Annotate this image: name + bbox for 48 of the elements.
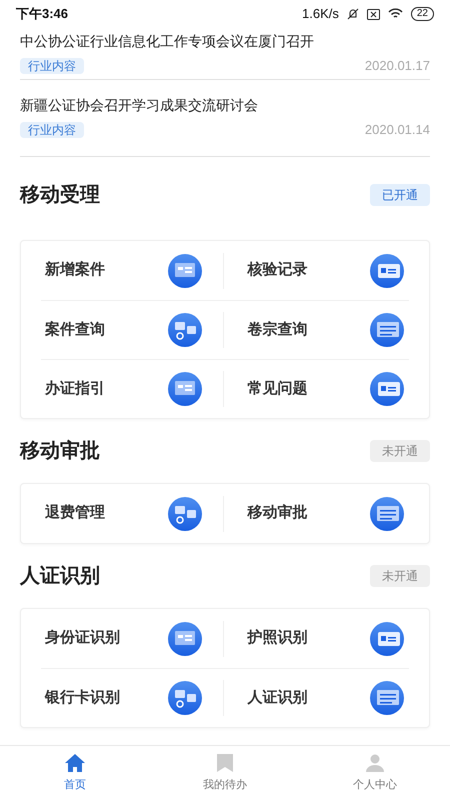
feature-icon xyxy=(369,252,405,288)
sim-icon xyxy=(366,8,380,20)
feature-icon xyxy=(369,680,405,716)
person-icon xyxy=(365,752,385,773)
section-title: 移动受理 xyxy=(20,182,100,208)
status-badge: 未开通 xyxy=(370,565,430,587)
news-date: 2020.01.17 xyxy=(364,56,430,75)
feature-button[interactable]: 办证指引 xyxy=(45,371,202,407)
feature-button[interactable]: 退费管理 xyxy=(45,496,202,532)
bell-off-icon xyxy=(346,8,359,20)
feature-button[interactable]: 人证识别 xyxy=(248,680,405,716)
section-title: 移动审批 xyxy=(20,438,100,464)
battery-level: 22 xyxy=(410,7,434,21)
feature-button[interactable]: 移动审批 xyxy=(248,496,405,532)
feature-button[interactable]: 核验记录 xyxy=(248,252,405,288)
nav-tab[interactable]: 首页 xyxy=(0,746,150,800)
feature-icon xyxy=(166,680,202,716)
news-tag: 行业内容 xyxy=(20,58,84,74)
feature-icon xyxy=(166,620,202,656)
feature-button[interactable]: 身份证识别 xyxy=(45,620,202,656)
feature-button[interactable]: 卷宗查询 xyxy=(248,312,405,348)
feature-button[interactable]: 银行卡识别 xyxy=(45,680,202,716)
feature-icon xyxy=(166,312,202,348)
feature-icon xyxy=(369,371,405,407)
feature-button[interactable]: 案件查询 xyxy=(45,312,202,348)
nav-tab[interactable]: 个人中心 xyxy=(300,746,450,800)
feature-icon xyxy=(369,496,405,532)
feature-icon xyxy=(166,371,202,407)
feature-button[interactable]: 新增案件 xyxy=(45,252,202,288)
status-badge: 未开通 xyxy=(370,440,430,462)
news-tag: 行业内容 xyxy=(20,122,84,138)
status-badge: 已开通 xyxy=(370,184,430,206)
home-icon xyxy=(64,752,86,773)
feature-icon xyxy=(166,252,202,288)
wifi-icon xyxy=(388,8,403,20)
nav-tab[interactable]: 我的待办 xyxy=(150,746,300,800)
feature-icon xyxy=(166,496,202,532)
news-title[interactable]: 中公协公证行业信息化工作专项会议在厦门召开 xyxy=(20,32,430,50)
news-title[interactable]: 新疆公证协会召开学习成果交流研讨会 xyxy=(20,96,430,114)
bookmark-icon xyxy=(215,752,235,773)
feature-icon xyxy=(369,312,405,348)
section-title: 人证识别 xyxy=(20,564,100,589)
status-time: 下午3:46 xyxy=(16,5,68,24)
feature-icon xyxy=(369,620,405,656)
feature-button[interactable]: 护照识别 xyxy=(248,620,405,656)
news-date: 2020.01.14 xyxy=(364,121,430,140)
feature-button[interactable]: 常见问题 xyxy=(248,371,405,407)
network-speed: 1.6K/s xyxy=(302,5,339,24)
